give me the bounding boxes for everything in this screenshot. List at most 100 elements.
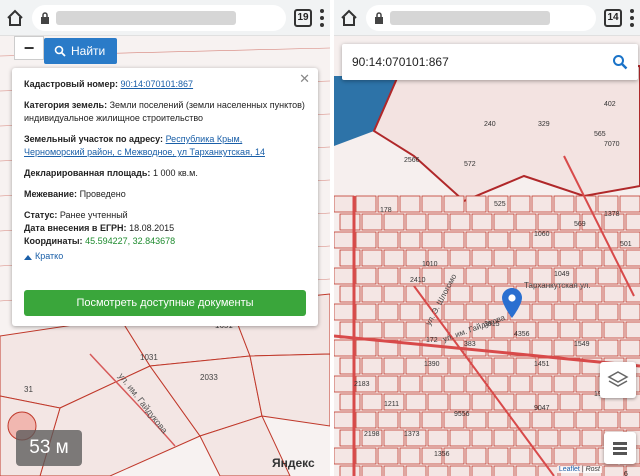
parcel-cell — [377, 267, 399, 285]
category-value: Земли поселений (земли населенных пункто… — [109, 100, 305, 110]
parcel-label: 6 — [624, 471, 628, 476]
parcel-cell — [597, 303, 619, 321]
find-button-label: Найти — [71, 44, 106, 58]
parcel-cell — [493, 429, 515, 447]
parcel-cell — [493, 249, 515, 267]
parcel-label: 1010 — [422, 261, 438, 268]
parcel-label: 402 — [604, 101, 616, 108]
parcel-cell — [493, 357, 515, 375]
parcel-cell — [449, 393, 471, 411]
parcel-cell — [597, 267, 619, 285]
parcel-cell — [443, 195, 465, 213]
parcel-cell — [471, 249, 493, 267]
view-documents-button[interactable]: Посмотреть доступные документы — [24, 290, 306, 316]
category-use: индивидуальное жилищное строительство — [24, 113, 204, 123]
parcel-label: 9556 — [454, 411, 470, 418]
parcel-label: 1031 — [140, 353, 158, 362]
parcel-cell — [355, 231, 377, 249]
parcel-cell — [377, 375, 399, 393]
chevron-up-icon — [24, 254, 32, 260]
parcel-label: 565 — [594, 131, 606, 138]
parcel-cell — [597, 411, 619, 429]
address-bar[interactable] — [32, 4, 286, 31]
parcel-cell — [383, 429, 405, 447]
search-icon — [54, 45, 66, 57]
parcel-cell — [405, 357, 427, 375]
parcel-cell — [383, 213, 405, 231]
parcel-cell — [465, 447, 487, 465]
menu-icon[interactable] — [630, 8, 634, 27]
cadastral-map-right[interactable]: 240 329 572 2566 1010 178 2410 172 383 9047 7070 15… — [334, 36, 640, 476]
cadastral-number-link[interactable]: 90:14:070101:867 — [120, 79, 193, 89]
parcel-label: 1049 — [554, 271, 570, 278]
parcel-cell — [603, 465, 625, 476]
parcel-cell — [443, 231, 465, 249]
parcel-cell — [421, 411, 443, 429]
map-type-button[interactable] — [604, 432, 636, 464]
address-bar[interactable] — [366, 4, 596, 31]
parcel-label: 1356 — [434, 451, 450, 458]
parcel-cell — [355, 447, 377, 465]
parcel-cell — [553, 339, 575, 357]
layers-button[interactable] — [600, 362, 636, 398]
parcel-label: 1390 — [424, 361, 440, 368]
parcel-cell — [575, 375, 597, 393]
parcel-cell — [553, 195, 575, 213]
parcel-cell — [619, 195, 640, 213]
parcel-cell — [377, 303, 399, 321]
parcel-cell — [355, 339, 377, 357]
parcel-cell — [493, 465, 515, 476]
parcel-cell — [509, 447, 531, 465]
menu-icon[interactable] — [320, 8, 324, 27]
list-icon — [613, 442, 627, 455]
home-icon[interactable] — [6, 9, 24, 27]
parcel-cell — [399, 411, 421, 429]
parcel-cell — [619, 411, 640, 429]
coordinates-value: 45.594227, 32.843678 — [85, 236, 176, 246]
parcel-cell — [427, 393, 449, 411]
map-attribution: Leaflet | Rost — [556, 466, 602, 473]
parcel-label: 1451 — [534, 361, 550, 368]
parcel-cell — [559, 321, 581, 339]
parcel-cell — [339, 429, 361, 447]
location-pin-icon[interactable] — [502, 288, 522, 318]
parcel-cell — [361, 213, 383, 231]
screenshot-root: 19 162116511031203331ул. им. Гайдукова −… — [0, 0, 640, 476]
parcel-cell — [531, 411, 553, 429]
zoom-out-button[interactable]: − — [14, 36, 44, 60]
parcel-cell — [355, 267, 377, 285]
parcel-cell — [559, 249, 581, 267]
parcel-cell — [377, 231, 399, 249]
parcel-cell — [339, 465, 361, 476]
parcel-cell — [399, 231, 421, 249]
cadastral-search-input[interactable]: 90:14:070101:867 — [342, 44, 638, 80]
address-link-detail[interactable]: Черноморский район, с Межводное, ул Тарх… — [24, 147, 265, 157]
parcel-cell — [334, 303, 355, 321]
home-icon[interactable] — [340, 9, 358, 27]
parcel-label: 2410 — [410, 277, 426, 284]
parcel-cell — [339, 357, 361, 375]
parcel-cell — [553, 303, 575, 321]
parcel-label: 1373 — [404, 431, 420, 438]
parcel-cell — [449, 285, 471, 303]
search-icon[interactable] — [612, 54, 628, 70]
close-icon[interactable]: ✕ — [299, 72, 310, 85]
parcel-label: 7070 — [604, 141, 620, 148]
parcel-cell — [334, 231, 355, 249]
parcel-cell — [465, 303, 487, 321]
egrn-date-value: 18.08.2015 — [129, 223, 175, 233]
find-button[interactable]: Найти — [44, 38, 118, 64]
tab-count-button[interactable]: 14 — [604, 8, 622, 27]
parcel-cell — [465, 195, 487, 213]
parcel-label: 1211 — [384, 401, 399, 408]
yandex-logo[interactable]: Яндекс — [272, 456, 315, 470]
leaflet-link[interactable]: Leaflet — [559, 466, 580, 473]
parcel-cell — [334, 375, 355, 393]
parcel-cell — [449, 213, 471, 231]
parcel-cell — [339, 249, 361, 267]
parcel-cell — [427, 429, 449, 447]
address-link-region[interactable]: Республика Крым, — [166, 134, 243, 144]
area-value: 1 000 кв.м. — [152, 168, 198, 178]
collapse-toggle[interactable]: Кратко — [24, 250, 306, 263]
tab-count-button[interactable]: 19 — [294, 8, 312, 27]
